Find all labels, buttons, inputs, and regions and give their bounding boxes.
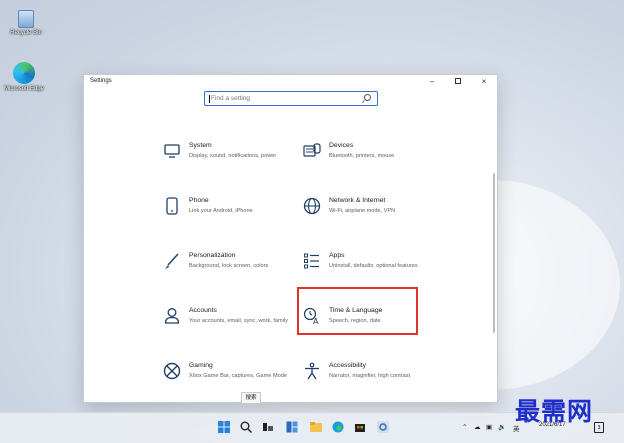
scrollbar[interactable] [493,173,495,333]
tile-name: System [189,142,212,149]
settings-window: Settings – × Find a setting System Displ… [83,74,498,403]
tile-name: Accessibility [329,362,367,369]
tile-description: Bluetooth, printers, mouse [329,153,395,159]
tile-description: Your accounts, email, sync, work, family [189,318,288,324]
display-icon[interactable]: ▣ [486,423,492,431]
tile-name: Personalization [189,252,236,259]
tile-gaming[interactable]: Gaming Xbox Game Bar, captures, Game Mod… [163,362,303,402]
network-icon[interactable]: ☁ [474,423,481,431]
recycle-bin-label: Recycle Bin [10,30,42,36]
globe-icon [303,197,321,215]
minimize-button[interactable]: – [419,75,445,89]
tile-name: Gaming [189,362,213,369]
tile-name: Devices [329,142,354,149]
person-icon [164,308,180,324]
tile-name: Accounts [189,307,217,314]
file-explorer-icon[interactable] [310,421,322,433]
watermark: 最需网 [515,397,594,426]
tile-personalization[interactable]: Personalization Background, lock screen,… [163,252,303,292]
tile-name: Apps [329,252,345,259]
title-bar[interactable]: Settings – × [84,75,497,89]
tile-name: Phone [189,197,209,204]
maximize-icon [455,77,461,84]
search-icon [364,94,371,101]
tile-network[interactable]: Network & Internet Wi-Fi, airplane mode,… [303,197,443,237]
tile-accessibility[interactable]: Accessibility Narrator, magnifier, high … [303,362,443,402]
recycle-bin-icon [18,10,34,28]
tile-name: Network & Internet [329,197,386,204]
search-placeholder: Find a setting [211,95,251,102]
tile-description: Display, sound, notifications, power [189,153,277,159]
task-view-icon[interactable] [262,421,274,433]
search-tooltip: 搜索 [241,392,261,404]
tile-system[interactable]: System Display, sound, notifications, po… [163,142,303,182]
tile-description: Narrator, magnifier, high contrast [329,373,411,379]
edge-shortcut[interactable]: Microsoft Edge [2,62,46,93]
apps-list-icon [304,253,319,269]
maximize-button[interactable] [445,75,471,89]
xbox-icon [163,362,181,380]
text-caret [209,95,210,103]
tile-description: Uninstall, defaults, optional features [329,263,418,269]
brush-icon [165,253,179,269]
store-icon[interactable] [354,421,366,433]
start-icon[interactable] [218,421,230,433]
settings-taskbar-icon[interactable] [377,421,389,433]
notification-badge[interactable]: 3 [594,422,604,433]
highlight-box [297,287,418,335]
close-button[interactable]: × [471,75,497,89]
edge-label: Microsoft Edge [3,86,45,92]
volume-icon[interactable]: 🔉 [498,423,506,431]
search-icon[interactable] [240,421,252,433]
tile-description: Background, lock screen, colors [189,263,269,269]
settings-search-box[interactable]: Find a setting [204,91,378,106]
tile-apps[interactable]: Apps Uninstall, defaults, optional featu… [303,252,443,292]
tray-overflow-icon[interactable]: ⌃ [462,423,467,431]
tile-description: Xbox Game Bar, captures, Game Mode [189,373,287,379]
edge-icon [13,62,35,84]
edge-taskbar-icon[interactable] [332,421,344,433]
tile-accounts[interactable]: Accounts Your accounts, email, sync, wor… [163,307,303,347]
keyboard-icon [303,143,321,157]
phone-icon [166,197,178,215]
accessibility-icon [305,362,319,380]
window-title: Settings [90,78,112,84]
recycle-bin-shortcut[interactable]: Recycle Bin [4,10,48,37]
widgets-icon[interactable] [286,421,298,433]
tile-description: Wi-Fi, airplane mode, VPN [329,208,396,214]
tile-description: Link your Android, iPhone [189,208,253,214]
tile-phone[interactable]: Phone Link your Android, iPhone [163,197,303,237]
tile-devices[interactable]: Devices Bluetooth, printers, mouse [303,142,443,182]
monitor-icon [164,144,180,158]
